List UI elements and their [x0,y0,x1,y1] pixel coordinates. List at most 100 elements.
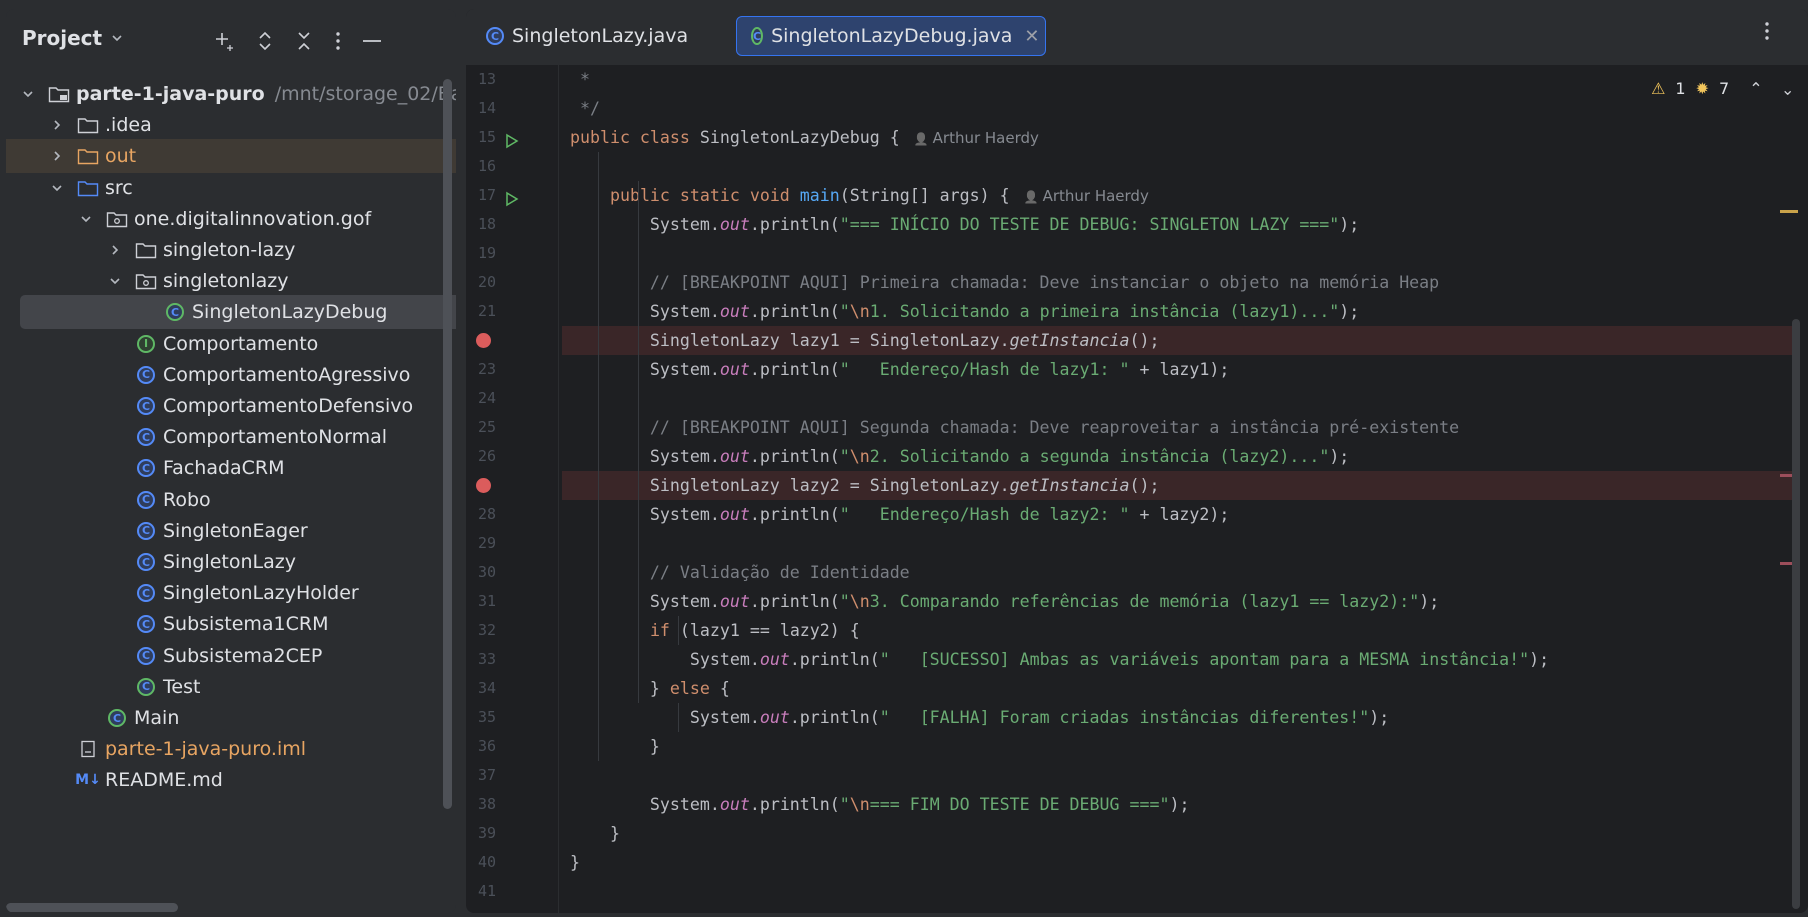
code-line[interactable]: 14 */ [466,94,1808,123]
line-number[interactable]: 28 [466,500,496,529]
expand-all-icon[interactable] [251,27,279,55]
line-number[interactable]: 37 [466,761,496,790]
line-number[interactable]: 32 [466,616,496,645]
line-number[interactable]: 21 [466,297,496,326]
tree-item[interactable]: src [20,171,456,205]
code-line[interactable]: 39 } [466,819,1808,848]
close-icon[interactable]: ✕ [1024,26,1039,47]
code-line[interactable]: 18 System.out.println("=== INÍCIO DO TES… [466,210,1808,239]
line-number[interactable]: 17 [466,181,496,210]
tree-item[interactable]: parte-1-java-puro/mnt/storage_02/Bac [20,77,456,111]
line-number[interactable]: 31 [466,587,496,616]
code-line[interactable]: 17 public static void main(String[] args… [466,181,1808,210]
code-line[interactable]: 13 * [466,65,1808,94]
chevron-down-icon[interactable] [107,273,123,289]
line-number[interactable]: 20 [466,268,496,297]
code-line[interactable]: 28 System.out.println(" Endereço/Hash de… [466,500,1808,529]
chevron-down-icon[interactable] [78,211,94,227]
tab-singletonlazydebug[interactable]: C SingletonLazyDebug.java ✕ [736,16,1046,56]
tree-item[interactable]: C Test [20,670,456,704]
chevron-right-icon[interactable] [49,148,65,164]
run-icon[interactable] [504,129,520,149]
tree-item[interactable]: C SingletonLazyHolder [20,576,456,610]
code-line[interactable]: 34 } else { [466,674,1808,703]
tree-item[interactable]: singleton-lazy [20,233,456,267]
code-line[interactable]: 38 System.out.println("\n=== FIM DO TEST… [466,790,1808,819]
tree-item[interactable]: M↓ README.md [20,763,456,797]
breakpoint-icon[interactable] [476,333,491,348]
code-line[interactable]: 26 System.out.println("\n2. Solicitando … [466,442,1808,471]
line-number[interactable]: 33 [466,645,496,674]
line-number[interactable]: 35 [466,703,496,732]
line-number[interactable]: 41 [466,877,496,906]
project-horizontal-scrollbar[interactable] [6,903,178,912]
code-line[interactable]: 35 System.out.println(" [FALHA] Foram cr… [466,703,1808,732]
code-line[interactable]: 32 if (lazy1 == lazy2) { [466,616,1808,645]
tree-item[interactable]: C ComportamentoNormal [20,420,456,454]
collapse-all-icon[interactable] [290,27,318,55]
tree-item[interactable]: C SingletonLazyDebug [20,295,456,330]
tree-item[interactable]: C Subsistema2CEP [20,639,456,673]
line-number[interactable]: 38 [466,790,496,819]
tree-item[interactable]: out [6,139,456,174]
inspection-widget[interactable]: ⚠ 1 ✹ 7 ⌃ ⌃ [1651,75,1794,101]
code-line[interactable]: 25 // [BREAKPOINT AQUI] Segunda chamada:… [466,413,1808,442]
code-line[interactable]: 29 [466,529,1808,558]
line-number[interactable]: 34 [466,674,496,703]
add-icon[interactable] [210,27,238,55]
tab-actions-icon[interactable] [1764,21,1784,49]
line-number[interactable]: 25 [466,413,496,442]
line-number[interactable]: 24 [466,384,496,413]
tree-item[interactable]: C Main [20,701,456,735]
tree-item[interactable]: C Subsistema1CRM [20,607,456,641]
line-number[interactable]: 26 [466,442,496,471]
code-line[interactable]: 31 System.out.println("\n3. Comparando r… [466,587,1808,616]
tree-item[interactable]: C Robo [20,483,456,517]
line-number[interactable]: 23 [466,355,496,384]
previous-highlight-icon[interactable]: ⌃ [1749,79,1762,98]
line-number[interactable]: 16 [466,152,496,181]
code-line[interactable]: 40} [466,848,1808,877]
next-highlight-icon[interactable]: ⌃ [1781,79,1794,98]
line-number[interactable]: 39 [466,819,496,848]
tree-item[interactable]: C ComportamentoDefensivo [20,389,456,423]
code-line[interactable]: 15 public class SingletonLazyDebug {👤 Arth… [466,123,1808,152]
run-icon[interactable] [504,187,520,207]
code-editor[interactable]: 13 * 14 */15 public class SingletonLazyDeb… [466,65,1808,913]
editor-vertical-scrollbar[interactable] [1792,319,1800,909]
breakpoint-icon[interactable] [476,478,491,493]
code-line[interactable]: 20 // [BREAKPOINT AQUI] Primeira chamada… [466,268,1808,297]
code-line[interactable]: 27 SingletonLazy lazy2 = SingletonLazy.g… [466,471,1808,500]
code-line[interactable]: 36 } [466,732,1808,761]
tree-item[interactable]: C FachadaCRM [20,451,456,485]
line-number[interactable]: 18 [466,210,496,239]
code-line[interactable]: 37 [466,761,1808,790]
code-line[interactable]: 16 [466,152,1808,181]
line-number[interactable]: 40 [466,848,496,877]
line-number[interactable]: 15 [466,123,496,152]
chevron-right-icon[interactable] [107,242,123,258]
line-number[interactable]: 13 [466,65,496,94]
code-line[interactable]: 24 [466,384,1808,413]
code-line[interactable]: 19 [466,239,1808,268]
tree-item[interactable]: C SingletonLazy [20,545,456,579]
project-view-selector[interactable]: Project [22,26,124,50]
line-number[interactable]: 14 [466,94,496,123]
author-hint[interactable]: 👤 Arthur Haerdy [914,129,1039,147]
line-number[interactable]: 36 [466,732,496,761]
code-line[interactable]: 41 [466,877,1808,906]
tree-item[interactable]: one.digitalinnovation.gof [20,202,456,236]
tree-item[interactable]: .idea [20,108,456,142]
tree-item[interactable]: parte-1-java-puro.iml [20,732,456,766]
code-line[interactable]: 22 SingletonLazy lazy1 = SingletonLazy.g… [466,326,1808,355]
code-line[interactable]: 30 // Validação de Identidade [466,558,1808,587]
tree-item[interactable]: singletonlazy [20,264,456,298]
line-number[interactable]: 29 [466,529,496,558]
tree-item[interactable]: I Comportamento [20,327,456,361]
warning-marker[interactable] [1780,210,1798,213]
line-number[interactable]: 19 [466,239,496,268]
more-options-icon[interactable] [324,27,352,55]
chevron-right-icon[interactable] [49,117,65,133]
code-line[interactable]: 33 System.out.println(" [SUCESSO] Ambas … [466,645,1808,674]
tab-singletonlazy[interactable]: C SingletonLazy.java [472,16,712,56]
